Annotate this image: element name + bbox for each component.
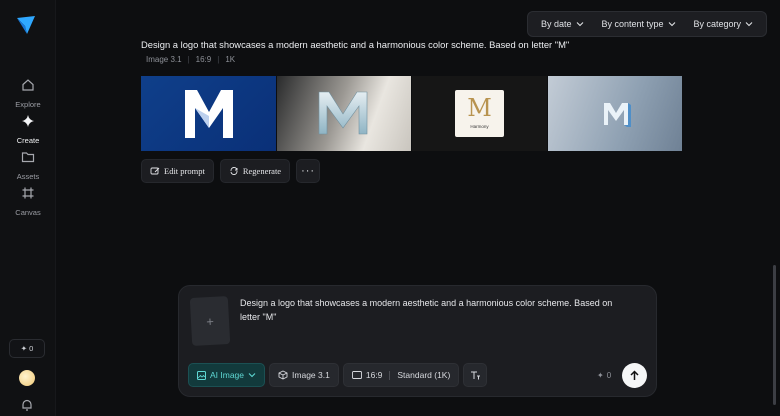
filter-bar: By date By content type By category: [527, 11, 767, 37]
image-icon: [197, 370, 206, 380]
prompt-composer: + Design a logo that showcases a modern …: [178, 285, 657, 397]
filter-by-content-type[interactable]: By content type: [601, 19, 675, 29]
composer-toolbar: AI Image Image 3.1 16:9 Standard (1K): [188, 363, 488, 387]
cost-value: 0: [606, 371, 612, 380]
chevron-down-icon: [576, 22, 583, 27]
tool-label: Image 3.1: [292, 370, 330, 380]
button-label: Edit prompt: [164, 166, 205, 176]
sidebar-item-canvas[interactable]: Canvas: [0, 186, 56, 220]
canvas-grid-icon: [22, 187, 34, 199]
result-meta: Image 3.1 | 16:9 | 1K: [146, 55, 235, 64]
credits-badge[interactable]: ✦ 0: [9, 339, 45, 358]
sparkle-icon: [22, 115, 34, 127]
filter-label: By date: [540, 19, 572, 29]
result-actions: Edit prompt Regenerate ···: [141, 159, 321, 183]
text-format-icon: [470, 371, 480, 379]
sparkle-icon: ✦: [597, 371, 604, 380]
upload-reference-button[interactable]: +: [189, 296, 231, 346]
filter-label: By category: [693, 19, 741, 29]
logo-m-glass: [318, 91, 367, 135]
tool-label: AI Image: [210, 370, 245, 380]
meta-ratio: 16:9: [195, 55, 212, 64]
model-select[interactable]: Image 3.1: [269, 363, 339, 387]
app-logo[interactable]: [16, 15, 36, 35]
sidebar-item-create[interactable]: Create: [0, 114, 56, 148]
avatar[interactable]: [19, 370, 35, 386]
scrollbar[interactable]: [773, 265, 776, 405]
logo-m-3d: [603, 103, 631, 127]
chevron-down-icon: [248, 373, 256, 378]
generated-image-1[interactable]: [141, 76, 276, 151]
filter-by-date[interactable]: By date: [541, 19, 584, 29]
plus-icon: +: [205, 313, 215, 329]
home-icon: [22, 79, 34, 91]
cube-icon: [278, 370, 288, 380]
credits-count: 0: [29, 344, 34, 353]
send-button[interactable]: [622, 363, 647, 388]
logo-m-blue: [185, 90, 233, 138]
sidebar-item-label: Create: [16, 136, 40, 145]
generated-image-3[interactable]: M Harmony: [412, 76, 547, 151]
logo-caption: Harmony: [470, 124, 489, 129]
sidebar-item-label: Canvas: [15, 208, 41, 217]
arrow-up-icon: [630, 370, 639, 380]
meta-model: Image 3.1: [146, 55, 182, 64]
regenerate-button[interactable]: Regenerate: [219, 159, 291, 183]
sidebar-item-label: Assets: [16, 172, 40, 181]
aspect-ratio-icon: [351, 371, 362, 379]
generated-image-2[interactable]: [276, 76, 411, 151]
divider: [389, 370, 391, 380]
button-label: Regenerate: [242, 166, 282, 176]
refresh-icon: [230, 167, 238, 175]
generated-images: M Harmony: [141, 76, 682, 151]
size-settings-select[interactable]: 16:9 Standard (1K): [342, 363, 460, 387]
folder-icon: [21, 152, 35, 163]
chevron-down-icon: [668, 22, 675, 27]
logo-card: M Harmony: [455, 90, 504, 137]
chevron-down-icon: [745, 22, 753, 27]
result-prompt: Design a logo that showcases a modern ae…: [141, 39, 570, 50]
quality-label: Standard (1K): [397, 370, 451, 380]
sidebar-item-assets[interactable]: Assets: [0, 150, 56, 184]
filter-label: By content type: [601, 19, 664, 29]
sidebar-item-label: Explore: [15, 100, 41, 109]
meta-separator: |: [187, 55, 190, 64]
sparkle-icon: ✦: [20, 344, 28, 353]
generation-cost: ✦ 0: [597, 371, 611, 380]
more-options-button[interactable]: ···: [296, 159, 321, 183]
edit-icon: [150, 167, 160, 175]
meta-resolution: 1K: [225, 55, 236, 64]
generated-image-4[interactable]: [547, 76, 682, 151]
edit-prompt-button[interactable]: Edit prompt: [141, 159, 214, 183]
filter-by-category[interactable]: By category: [693, 19, 753, 29]
ratio-label: 16:9: [365, 370, 383, 380]
prompt-input[interactable]: Design a logo that showcases a modern ae…: [240, 296, 620, 324]
bell-icon[interactable]: [20, 398, 34, 412]
text-settings-button[interactable]: [463, 363, 488, 387]
ai-image-mode-select[interactable]: AI Image: [188, 363, 266, 387]
meta-separator: |: [217, 55, 220, 64]
logo-letter: M: [467, 94, 492, 122]
sidebar: Explore Create Assets Canvas ✦ 0: [0, 0, 56, 416]
sidebar-item-explore[interactable]: Explore: [0, 78, 56, 112]
